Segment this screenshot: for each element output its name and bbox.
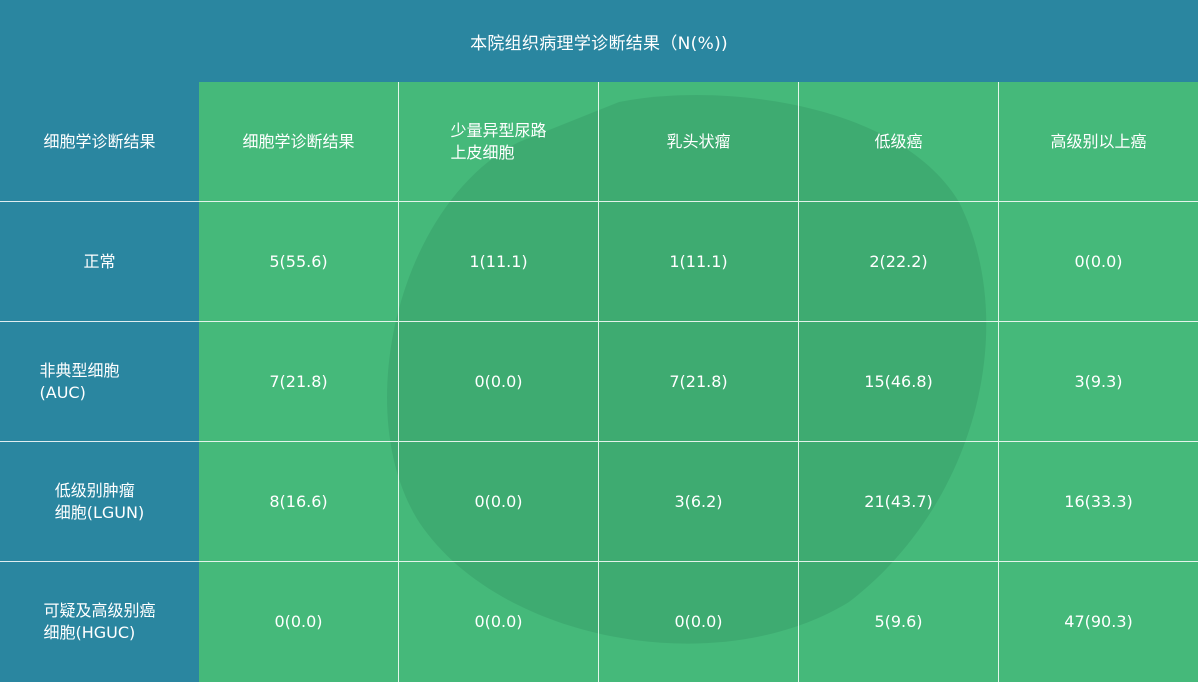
cell-value: 0(0.0) xyxy=(474,612,523,631)
cell-value: 1(11.1) xyxy=(669,251,728,271)
header-cell-5: 高级别以上癌 xyxy=(999,82,1198,202)
header-label-2: 少量异型尿路 上皮细胞 xyxy=(450,120,547,162)
table-cell: 0(0.0) xyxy=(199,562,399,682)
table-cell: 47(90.3) xyxy=(999,562,1198,682)
cell-value: 0(0.0) xyxy=(1074,251,1123,271)
header-label-5: 高级别以上癌 xyxy=(1050,131,1147,151)
header-cell-2: 少量异型尿路 上皮细胞 xyxy=(399,82,599,202)
cell-value: 1(11.1) xyxy=(469,251,528,271)
row-label-text-3: 可疑及高级别癌 细胞(HGUC) xyxy=(43,601,156,642)
table-page: 本院组织病理学诊断结果（N(%)) 细胞学诊断结果 细胞学诊断结果 少量异型尿路… xyxy=(0,0,1198,682)
cell-value: 0(0.0) xyxy=(274,612,323,631)
table-cell: 21(43.7) xyxy=(799,442,999,562)
table-cell: 0(0.0) xyxy=(399,562,599,682)
table-cell: 0(0.0) xyxy=(599,562,799,682)
cell-value: 15(46.8) xyxy=(864,371,933,391)
table-cell: 7(21.8) xyxy=(199,322,399,442)
cell-value: 3(6.2) xyxy=(674,491,723,511)
cell-value: 5(55.6) xyxy=(269,251,328,271)
row-label-text-0: 正常 xyxy=(83,251,116,271)
cell-value: 47(90.3) xyxy=(1064,612,1133,631)
row-label-3: 可疑及高级别癌 细胞(HGUC) xyxy=(0,562,199,682)
cell-value: 5(9.6) xyxy=(874,612,923,631)
table-cell: 5(55.6) xyxy=(199,202,399,322)
table-cell: 5(9.6) xyxy=(799,562,999,682)
data-table: 细胞学诊断结果 细胞学诊断结果 少量异型尿路 上皮细胞 乳头状瘤 低级癌 高级别… xyxy=(0,82,1198,682)
table-cell: 3(6.2) xyxy=(599,442,799,562)
row-label-0: 正常 xyxy=(0,202,199,322)
table-cell: 1(11.1) xyxy=(399,202,599,322)
header-label-4: 低级癌 xyxy=(874,131,923,151)
cell-value: 16(33.3) xyxy=(1064,491,1133,511)
row-label-text-1: 非典型细胞(AUC) xyxy=(39,360,120,402)
table-cell: 15(46.8) xyxy=(799,322,999,442)
row-label-text-2: 低级别肿瘤 细胞(LGUN) xyxy=(54,480,145,522)
table-cell: 3(9.3) xyxy=(999,322,1198,442)
table-cell: 0(0.0) xyxy=(399,322,599,442)
cell-value: 7(21.8) xyxy=(669,371,728,391)
table-cell: 2(22.2) xyxy=(799,202,999,322)
table-cell: 16(33.3) xyxy=(999,442,1198,562)
table-cell: 7(21.8) xyxy=(599,322,799,442)
header-label-0: 细胞学诊断结果 xyxy=(43,131,156,151)
table-cell: 1(11.1) xyxy=(599,202,799,322)
cell-value: 2(22.2) xyxy=(869,251,928,271)
table-cell: 8(16.6) xyxy=(199,442,399,562)
row-label-2: 低级别肿瘤 细胞(LGUN) xyxy=(0,442,199,562)
row-label-1: 非典型细胞(AUC) xyxy=(0,322,199,442)
header-cell-1: 细胞学诊断结果 xyxy=(199,82,399,202)
cell-value: 8(16.6) xyxy=(269,491,328,511)
cell-value: 3(9.3) xyxy=(1074,371,1123,391)
table-cell: 0(0.0) xyxy=(999,202,1198,322)
table-cell: 0(0.0) xyxy=(399,442,599,562)
header-cell-3: 乳头状瘤 xyxy=(599,82,799,202)
header-cell-4: 低级癌 xyxy=(799,82,999,202)
header-label-3: 乳头状瘤 xyxy=(666,131,731,151)
cell-value: 7(21.8) xyxy=(269,371,328,391)
cell-value: 0(0.0) xyxy=(474,491,523,511)
header-cell-0: 细胞学诊断结果 xyxy=(0,82,199,202)
cell-value: 0(0.0) xyxy=(474,371,523,391)
table-title: 本院组织病理学诊断结果（N(%)) xyxy=(0,0,1198,82)
cell-value: 21(43.7) xyxy=(864,491,933,511)
header-label-1: 细胞学诊断结果 xyxy=(242,131,355,151)
cell-value: 0(0.0) xyxy=(674,612,723,631)
